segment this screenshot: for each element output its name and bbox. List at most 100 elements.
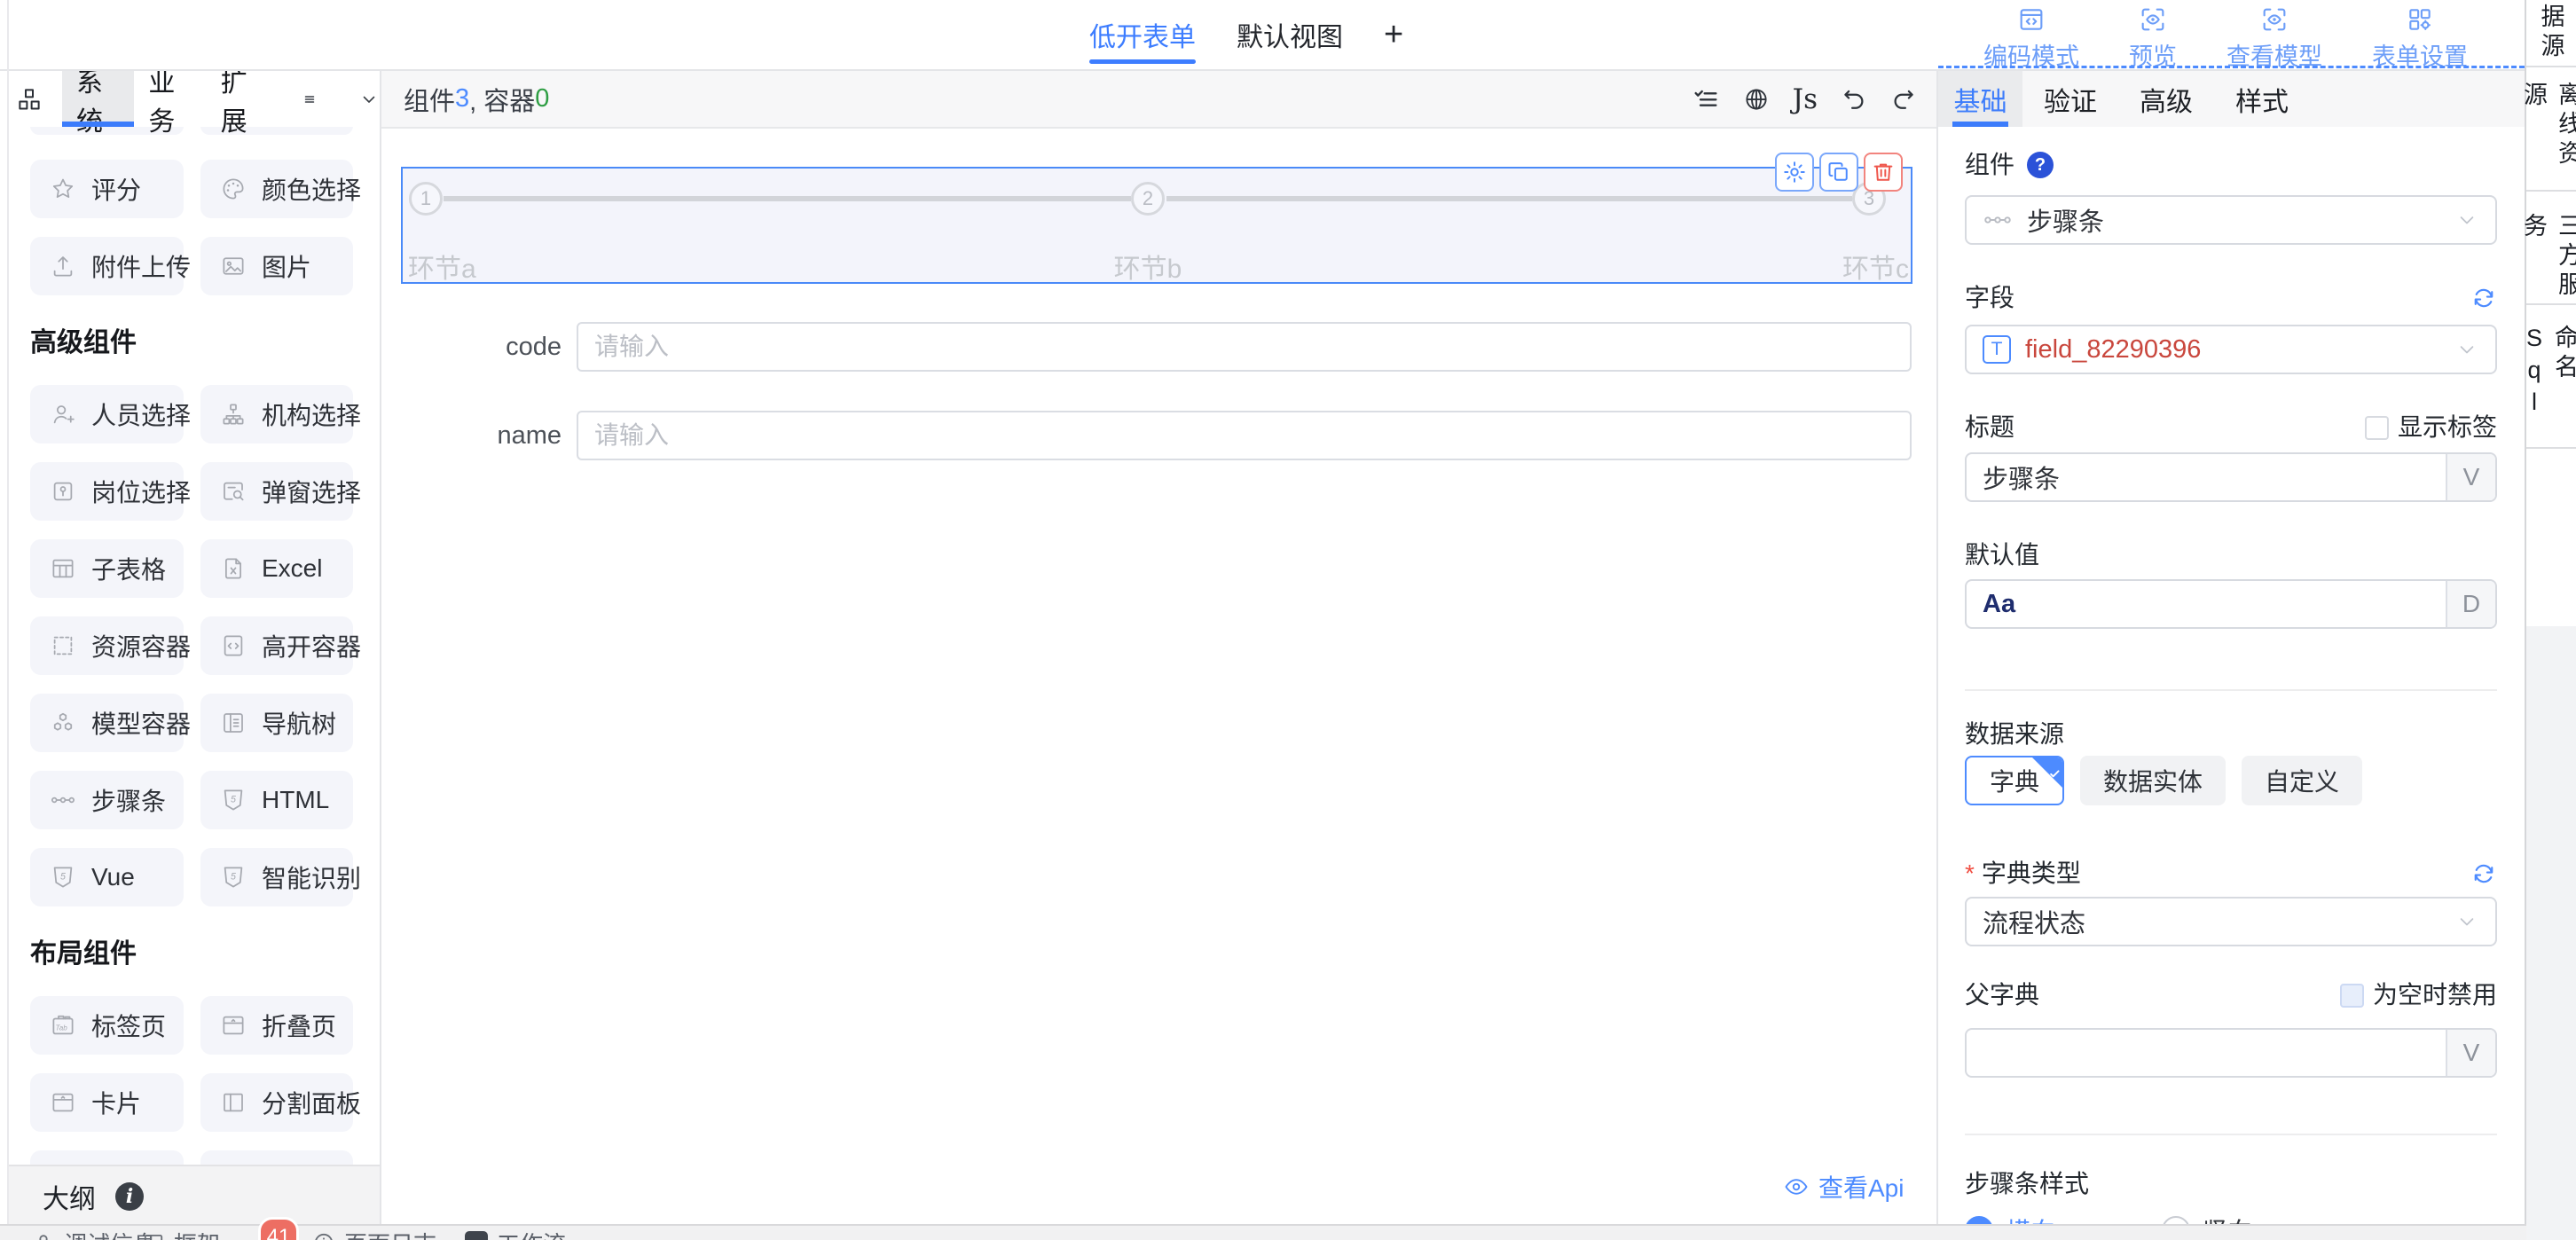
add-tab-button[interactable]: + xyxy=(1384,18,1403,51)
steps-style-label: 步骤条样式 xyxy=(1965,1168,2089,1200)
component-tile-Vue[interactable]: 5Vue xyxy=(30,848,184,906)
field-select[interactable]: T field_82290396 xyxy=(1965,325,2497,374)
excel-file-icon xyxy=(220,555,247,582)
action-编码模式[interactable]: 编码模式 xyxy=(1983,5,2079,72)
form-tab-1[interactable]: 默认视图 xyxy=(1237,0,1343,69)
component-tile-子表格[interactable]: 子表格 xyxy=(30,539,184,598)
disable-when-empty-text: 为空时禁用 xyxy=(2373,979,2497,1011)
component-tile-分割面板[interactable]: 分割面板 xyxy=(200,1073,353,1132)
refresh-icon[interactable] xyxy=(2470,860,2497,887)
statusbar-item-调试信息[interactable]: 调试信息 xyxy=(32,1231,156,1240)
sidebar-tab-系统[interactable]: 系统 xyxy=(62,71,134,127)
panel-tab-基础[interactable]: 基础 xyxy=(1938,71,2022,127)
top-bar: 低开表单默认视图 + 编码模式预览查看模型表单设置 xyxy=(0,0,2526,69)
title-input-group[interactable]: 步骤条 V xyxy=(1965,452,2497,502)
component-tile-卡片[interactable]: 卡片 xyxy=(30,1073,184,1132)
field-input-name[interactable] xyxy=(577,411,1912,460)
parent-dict-input-group[interactable]: V xyxy=(1965,1028,2497,1078)
undo-icon[interactable] xyxy=(1841,86,1867,113)
component-tile-导航树[interactable]: 导航树 xyxy=(200,694,353,752)
sidebar-header: 系统业务扩展 xyxy=(9,71,380,127)
view-api-link[interactable]: 查看Api xyxy=(1783,1169,1904,1205)
component-tile-人员选择[interactable]: 人员选择 xyxy=(30,385,184,443)
component-row-label: 组件 ? xyxy=(1965,149,2497,181)
component-tile-模型容器[interactable]: 模型容器 xyxy=(30,694,184,752)
title-variable-button[interactable]: V xyxy=(2446,454,2495,500)
chevron-down-icon[interactable] xyxy=(358,89,380,110)
default-data-button[interactable]: D xyxy=(2446,581,2495,627)
outline-bar[interactable]: 大纲 i xyxy=(9,1165,380,1224)
component-tile-智能识别[interactable]: 5智能识别 xyxy=(200,848,353,906)
chevron-down-icon xyxy=(2454,337,2479,362)
copy-button[interactable] xyxy=(1819,153,1858,192)
sidebar-tab-业务[interactable]: 业务 xyxy=(134,71,206,127)
panel-tab-验证[interactable]: 验证 xyxy=(2022,71,2118,127)
step-label-环节b: 环节b xyxy=(1114,247,1182,286)
datasource-option-字典[interactable]: 字典 xyxy=(1965,756,2064,805)
strip-item-命名Sql[interactable]: 命名Sql xyxy=(2526,305,2576,449)
sidebar-tab-扩展[interactable]: 扩展 xyxy=(207,71,279,127)
redo-icon[interactable] xyxy=(1890,86,1917,113)
svg-text:5: 5 xyxy=(231,794,236,804)
component-tile-标签页[interactable]: Tab标签页 xyxy=(30,996,184,1055)
panel-tab-高级[interactable]: 高级 xyxy=(2118,71,2214,127)
default-input-group[interactable]: Aa D xyxy=(1965,579,2497,629)
properties-panel: 基础验证高级样式 组件 ? 步骤条 字段 T field_82290396 xyxy=(1938,71,2525,1240)
action-预览[interactable]: 预览 xyxy=(2129,5,2177,72)
dict-type-select[interactable]: 流程状态 xyxy=(1965,897,2497,946)
title-input-value: 步骤条 xyxy=(1967,459,2060,496)
refresh-icon[interactable] xyxy=(2470,285,2497,311)
component-tile-附件上传[interactable]: 附件上传 xyxy=(30,237,184,295)
component-tile-步骤条[interactable]: 步骤条 xyxy=(30,771,184,829)
menu-lines-icon[interactable] xyxy=(302,91,318,107)
validate-list-icon[interactable] xyxy=(1692,85,1720,114)
nav-tree-icon xyxy=(220,710,247,736)
component-tile-弹窗选择[interactable]: 弹窗选择 xyxy=(200,462,353,521)
js-editor-icon[interactable]: Js xyxy=(1793,83,1818,115)
statusbar-item-工作流[interactable]: 工作流 xyxy=(465,1231,566,1240)
form-tab-0[interactable]: 低开表单 xyxy=(1089,0,1196,69)
upload-icon xyxy=(50,253,76,279)
panel-tab-样式[interactable]: 样式 xyxy=(2214,71,2310,127)
default-input-value: Aa xyxy=(1967,590,2015,619)
eye-scan-icon xyxy=(2260,5,2289,34)
datasource-option-数据实体[interactable]: 数据实体 xyxy=(2080,756,2226,805)
action-查看模型[interactable]: 查看模型 xyxy=(2227,5,2322,72)
statusbar-item-框架[interactable]: 框架 xyxy=(142,1231,220,1240)
step-label-环节c: 环节c xyxy=(1842,247,1909,286)
top-action-list: 编码模式预览查看模型表单设置 xyxy=(1983,5,2468,72)
info-icon xyxy=(312,1231,335,1240)
globe-icon[interactable] xyxy=(1743,86,1770,113)
component-tile-HTML[interactable]: 5HTML xyxy=(200,771,353,829)
component-tile-评分[interactable]: 评分 xyxy=(30,160,184,218)
field-input-code[interactable] xyxy=(577,322,1912,372)
component-tile-颜色选择[interactable]: 颜色选择 xyxy=(200,160,353,218)
component-tile-岗位选择[interactable]: 岗位选择 xyxy=(30,462,184,521)
tile-grid: 人员选择机构选择岗位选择弹窗选择子表格 Excel 资源容器高开容器模型容器导航树步… xyxy=(30,385,380,906)
statusbar-item-页面日志[interactable]: 页面日志 xyxy=(312,1231,436,1240)
components-grid-icon[interactable] xyxy=(16,86,43,113)
component-tile-资源容器[interactable]: 资源容器 xyxy=(30,616,184,675)
show-label-checkbox[interactable]: 显示标签 xyxy=(2365,412,2497,443)
action-表单设置[interactable]: 表单设置 xyxy=(2372,5,2468,72)
disable-when-empty-checkbox[interactable]: 为空时禁用 xyxy=(2340,979,2497,1011)
outline-label: 大纲 xyxy=(43,1177,96,1216)
component-tile-图片[interactable]: 图片 xyxy=(200,237,353,295)
settings-button[interactable] xyxy=(1775,153,1814,192)
chevron-down-icon xyxy=(2454,909,2479,934)
component-select[interactable]: 步骤条 xyxy=(1965,195,2497,245)
selected-steps-component[interactable]: 1环节a2环节b3环节c xyxy=(401,167,1912,284)
datasource-option-自定义[interactable]: 自定义 xyxy=(2242,756,2362,805)
strip-item-离线资源[interactable]: 离线资源 xyxy=(2526,67,2576,192)
parent-dict-variable-button[interactable]: V xyxy=(2446,1030,2495,1076)
person-icon xyxy=(32,1231,55,1240)
strip-item-三方服务[interactable]: 三方服务 xyxy=(2526,192,2576,305)
strip-item-据源[interactable]: 据源 xyxy=(2526,0,2576,67)
component-tile-机构选择[interactable]: 机构选择 xyxy=(200,385,353,443)
palette-icon xyxy=(220,176,247,202)
help-question-icon[interactable]: ? xyxy=(2027,152,2054,178)
component-tile-折叠页[interactable]: 折叠页 xyxy=(200,996,353,1055)
delete-button[interactable] xyxy=(1864,153,1903,192)
component-tile-Excel[interactable]: Excel xyxy=(200,539,353,598)
component-tile-高开容器[interactable]: 高开容器 xyxy=(200,616,353,675)
